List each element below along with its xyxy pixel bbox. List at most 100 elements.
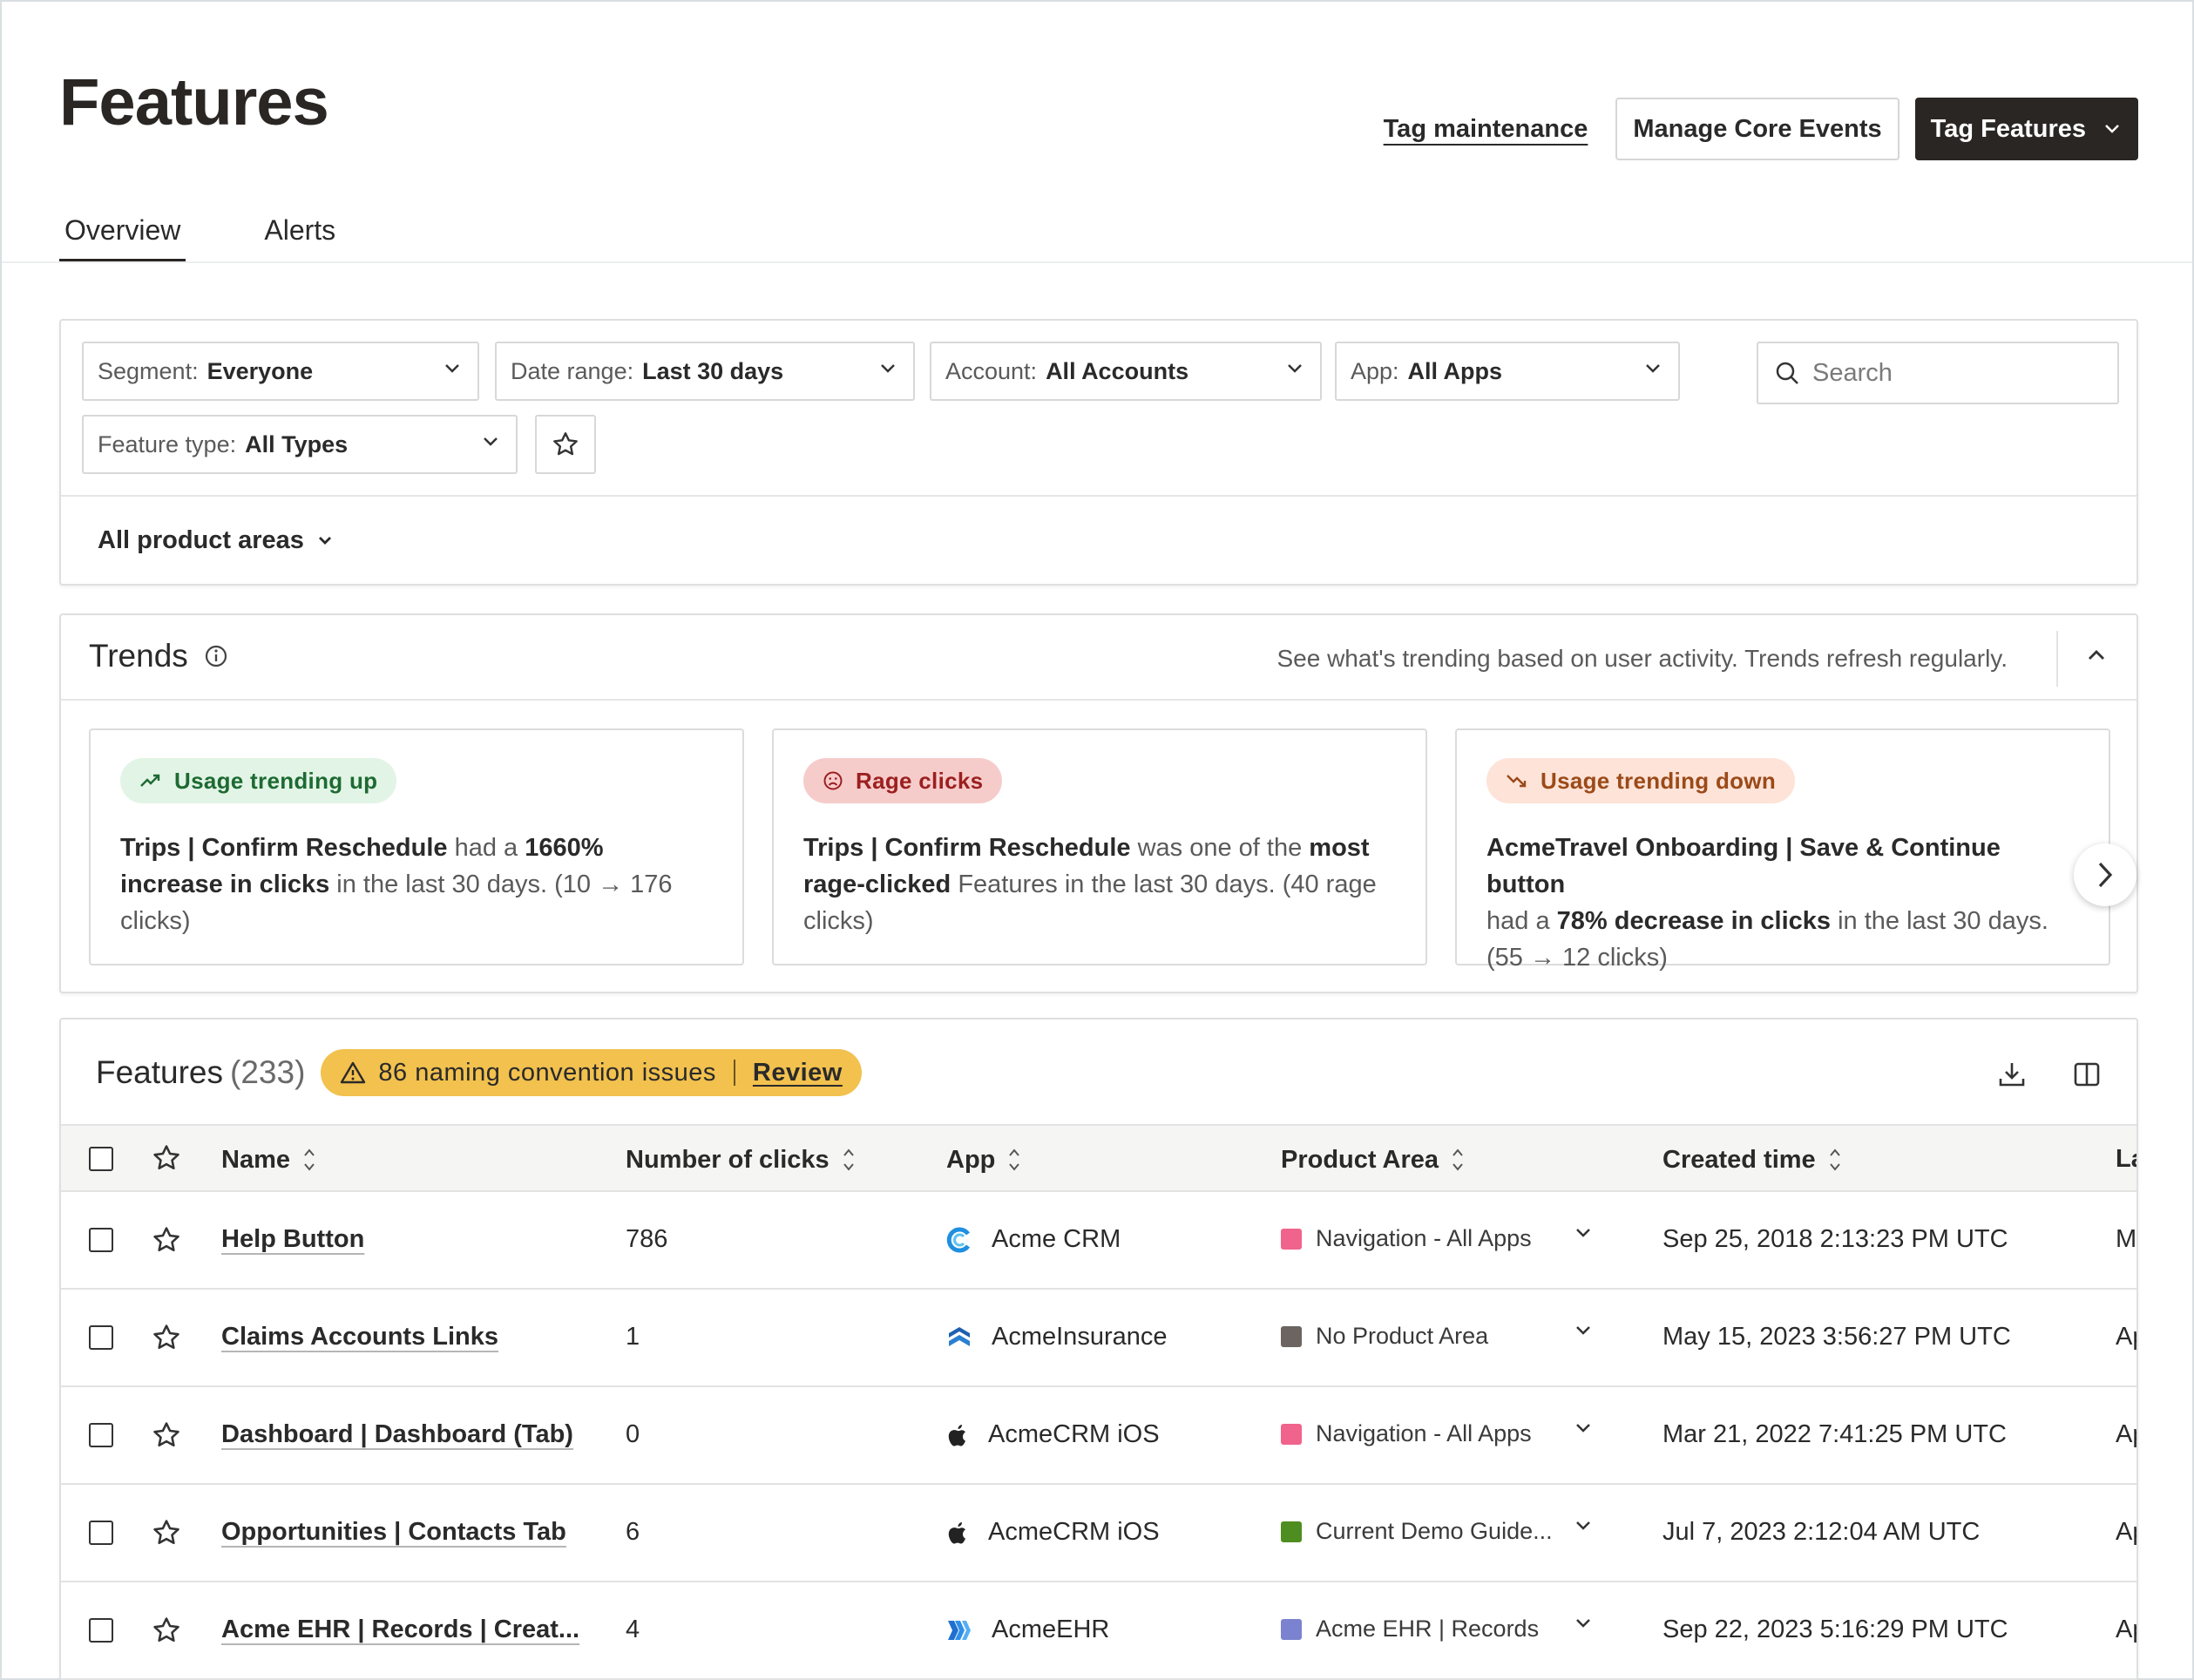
last-column-value: Ap [2116, 1616, 2136, 1643]
feature-name-link[interactable]: Opportunities | Contacts Tab [221, 1518, 566, 1547]
product-areas-label: All product areas [98, 526, 304, 554]
trend-card[interactable]: Usage trending up Trips | Confirm Resche… [89, 728, 744, 965]
feature-name-link[interactable]: Help Button [221, 1225, 364, 1254]
table-row[interactable]: Acme EHR | Records | Creat... 4 AcmeEHR Acm… [61, 1582, 2136, 1680]
select-all-checkbox[interactable] [89, 1147, 113, 1171]
search-input[interactable] [1812, 358, 2074, 388]
product-areas-dropdown[interactable]: All product areas [98, 526, 334, 555]
star-icon[interactable] [152, 1420, 181, 1454]
tag-features-button[interactable]: Tag Features [1914, 98, 2138, 160]
tag-maintenance-link[interactable]: Tag maintenance [1384, 115, 1588, 144]
chevron-down-icon[interactable] [1574, 1617, 1593, 1634]
trend-badge-label: Usage trending down [1541, 767, 1777, 794]
clicks-value: 4 [626, 1616, 640, 1643]
chevron-right-icon [2098, 862, 2113, 888]
feature-name-link[interactable]: Claims Accounts Links [221, 1323, 498, 1351]
column-header-last[interactable]: La [2116, 1145, 2136, 1174]
account-select[interactable]: Account: All Accounts [930, 342, 1322, 401]
row-checkbox[interactable] [89, 1228, 113, 1252]
features-count: (233) [230, 1054, 306, 1090]
favorites-filter-button[interactable] [535, 415, 596, 474]
search-box [1757, 342, 2119, 404]
download-icon[interactable] [1997, 1060, 2027, 1089]
column-header-clicks[interactable]: Number of clicks [626, 1145, 856, 1175]
trend-badge-down: Usage trending down [1486, 758, 1796, 803]
star-icon [553, 432, 578, 456]
column-header-app[interactable]: App [946, 1145, 1021, 1175]
chevron-down-icon [1288, 364, 1302, 373]
created-time: May 15, 2023 3:56:27 PM UTC [1662, 1323, 2011, 1351]
account-label: Account: [945, 357, 1038, 384]
review-link[interactable]: Review [753, 1059, 843, 1087]
feature-name-link[interactable]: Acme EHR | Records | Creat... [221, 1616, 579, 1644]
created-time: Jul 7, 2023 2:12:04 AM UTC [1662, 1518, 1981, 1546]
chevron-down-icon [484, 437, 498, 446]
columns-icon[interactable] [2072, 1060, 2102, 1089]
chevron-down-icon [318, 536, 331, 545]
trend-text: AcmeTravel Onboarding | Save & Continue … [1486, 830, 2079, 976]
naming-issues-banner: 86 naming convention issues Review [321, 1049, 862, 1096]
info-icon[interactable] [204, 644, 228, 668]
chevron-down-icon[interactable] [2086, 98, 2138, 160]
row-checkbox[interactable] [89, 1423, 113, 1447]
clicks-value: 6 [626, 1518, 640, 1546]
acme-ehr-icon [946, 1617, 972, 1643]
product-area-swatch [1281, 1423, 1302, 1445]
column-label: App [946, 1145, 996, 1174]
clicks-value: 0 [626, 1420, 640, 1448]
created-time: Sep 22, 2023 5:16:29 PM UTC [1662, 1616, 2008, 1643]
app-name: AcmeEHR [992, 1616, 1110, 1643]
trend-text-part: had a [447, 834, 525, 862]
date-range-value: Last 30 days [642, 357, 784, 384]
features-table-panel: Features (233) 86 naming convention issu… [59, 1018, 2138, 1680]
chevron-down-icon[interactable] [1574, 1227, 1593, 1243]
sort-icon [1009, 1148, 1020, 1171]
tab-alerts[interactable]: Alerts [259, 211, 341, 262]
row-checkbox[interactable] [89, 1618, 113, 1643]
star-icon[interactable] [152, 1225, 181, 1259]
star-icon[interactable] [152, 1143, 181, 1173]
chevron-down-icon[interactable] [1574, 1520, 1593, 1536]
table-toolbar [1997, 1060, 2102, 1089]
feature-name-link[interactable]: Dashboard | Dashboard (Tab) [221, 1420, 573, 1449]
feature-type-value: All Types [245, 430, 349, 457]
tag-features-label: Tag Features [1930, 114, 2086, 143]
trend-card[interactable]: Rage clicks Trips | Confirm Reschedule w… [772, 728, 1427, 965]
product-area-cell: Current Demo Guide... [1281, 1518, 1553, 1545]
column-header-created-time[interactable]: Created time [1662, 1145, 1842, 1175]
product-area-name: Acme EHR | Records [1316, 1616, 1540, 1642]
app-select[interactable]: App: All Apps [1335, 342, 1680, 401]
column-header-name[interactable]: Name [221, 1145, 316, 1175]
trends-next-button[interactable] [2074, 843, 2136, 906]
sort-icon [304, 1148, 315, 1171]
date-range-select[interactable]: Date range: Last 30 days [495, 342, 915, 401]
features-table-header: Features (233) 86 naming convention issu… [96, 1049, 862, 1096]
manage-core-events-button[interactable]: Manage Core Events [1615, 98, 1899, 160]
trend-card[interactable]: Usage trending down AcmeTravel Onboardin… [1455, 728, 2110, 972]
warning-icon [341, 1061, 366, 1084]
acme-insurance-icon [946, 1324, 972, 1351]
chevron-down-icon[interactable] [1574, 1422, 1593, 1439]
filters-panel: Segment: Everyone Date range: Last 30 da… [59, 319, 2138, 586]
acme-crm-icon [946, 1227, 972, 1253]
chevron-down-icon[interactable] [1574, 1324, 1593, 1341]
star-icon[interactable] [152, 1518, 181, 1552]
table-row[interactable]: Opportunities | Contacts Tab 6 AcmeCRM iOS… [61, 1485, 2136, 1582]
star-icon[interactable] [152, 1616, 181, 1650]
row-checkbox[interactable] [89, 1325, 113, 1350]
chevron-up-icon[interactable] [2086, 648, 2107, 662]
column-header-product-area[interactable]: Product Area [1281, 1145, 1465, 1175]
tab-overview[interactable]: Overview [59, 211, 186, 262]
table-row[interactable]: Help Button 786 Acme CRM Navigation - All A… [61, 1192, 2136, 1290]
app-label: App: [1351, 357, 1399, 384]
table-row[interactable]: Claims Accounts Links 1 AcmeInsurance No Pr… [61, 1290, 2136, 1387]
sort-icon [1829, 1148, 1840, 1171]
row-checkbox[interactable] [89, 1521, 113, 1545]
product-area-swatch [1281, 1228, 1302, 1250]
trend-highlight: 78% decrease in clicks [1556, 907, 1832, 935]
star-icon[interactable] [152, 1323, 181, 1357]
segment-select[interactable]: Segment: Everyone [82, 342, 479, 401]
feature-type-select[interactable]: Feature type: All Types [82, 415, 518, 474]
table-row[interactable]: Dashboard | Dashboard (Tab) 0 AcmeCRM iOS N… [61, 1387, 2136, 1485]
features-table-title: Features [96, 1054, 224, 1090]
